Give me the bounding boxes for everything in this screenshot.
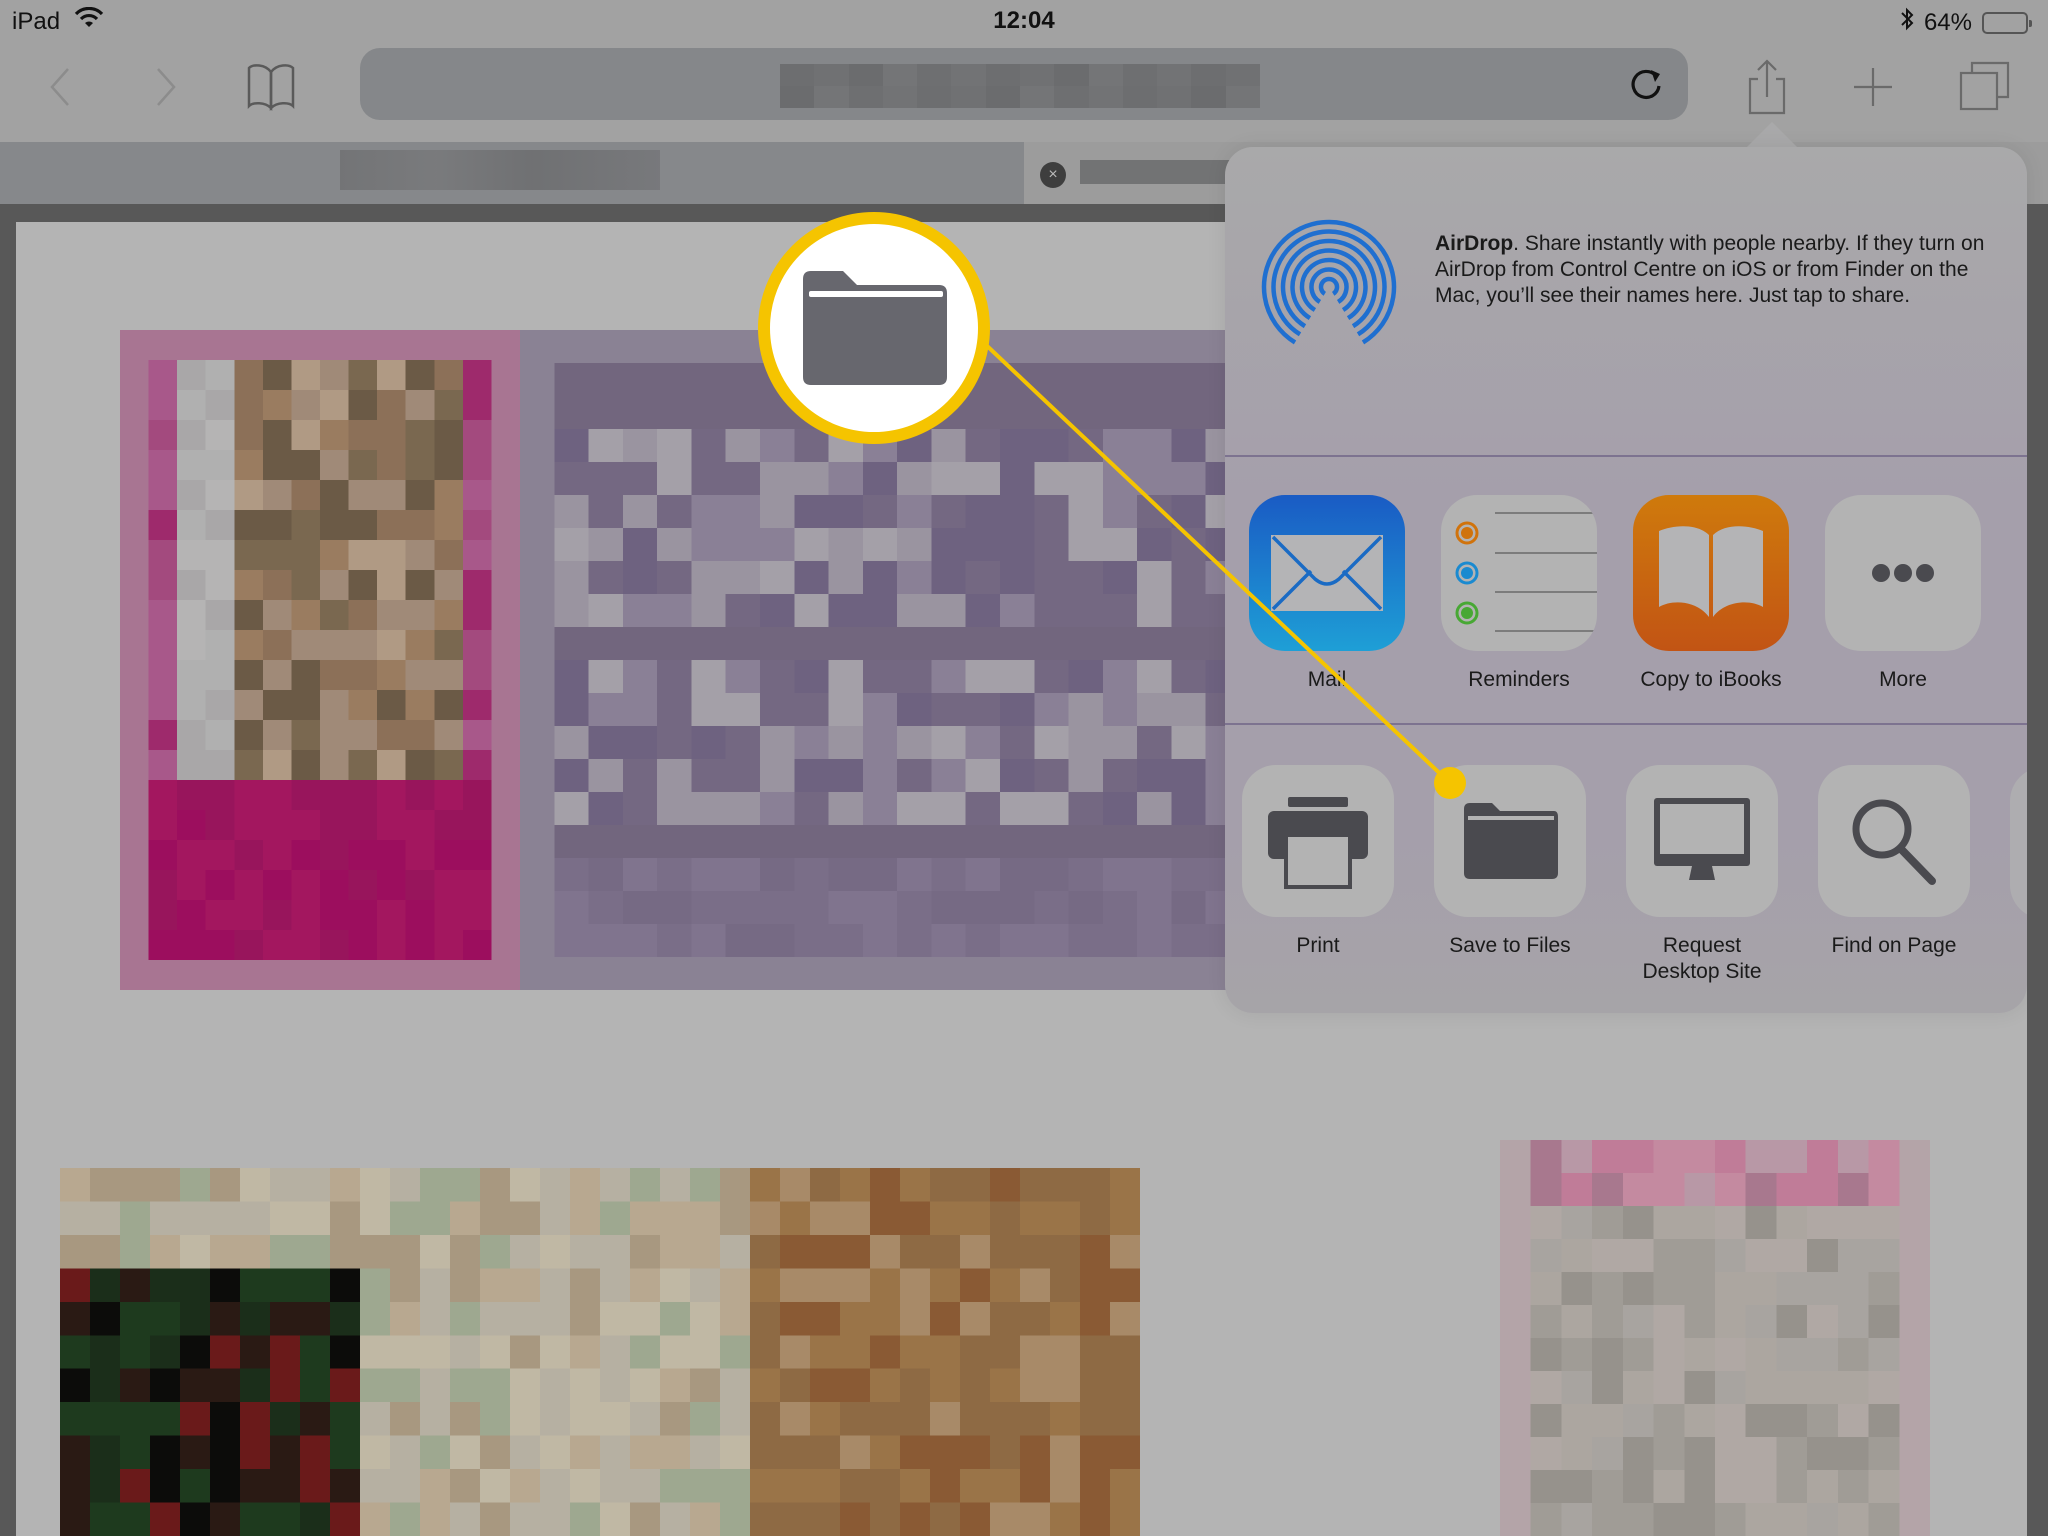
app-label: Reminders — [1468, 668, 1570, 691]
share-sheet: AirDrop. Share instantly with people nea… — [1225, 147, 2048, 1013]
action-label: Save to Files — [1449, 934, 1571, 957]
reload-button[interactable] — [1624, 62, 1668, 106]
search-icon — [1818, 765, 1970, 917]
share-app-mail[interactable]: Mail — [1247, 495, 1407, 693]
share-button[interactable] — [1732, 52, 1802, 122]
share-icon — [1748, 59, 1786, 115]
book-icon — [247, 64, 295, 112]
airdrop-ring — [1271, 229, 1387, 337]
folder-icon — [1434, 765, 1586, 917]
forward-button[interactable] — [130, 52, 200, 122]
ibooks-icon — [1633, 495, 1789, 651]
blur-pixel — [780, 64, 815, 86]
blurred-image-product — [1500, 1140, 1930, 1536]
app-label: More — [1879, 668, 1927, 691]
blur-pixel — [985, 86, 1020, 108]
blur-pixel — [1019, 86, 1055, 108]
blur-pixel — [882, 86, 918, 108]
blur-pixel — [848, 86, 883, 108]
action-find-on-page[interactable]: Find on Page — [1814, 765, 1974, 959]
share-app-ibooks[interactable]: Copy to iBooks — [1631, 495, 1791, 693]
blurred-image-food — [60, 1168, 1140, 1536]
blur-pixel — [1088, 64, 1123, 86]
airdrop-description: AirDrop. Share instantly with people nea… — [1435, 231, 1995, 309]
airdrop-title: AirDrop — [1435, 232, 1514, 255]
airdrop-text: . Share instantly with people nearby. If… — [1435, 232, 1985, 307]
bluetooth-icon — [1900, 7, 1914, 38]
address-bar[interactable] — [360, 48, 1688, 120]
airdrop-icon — [1261, 219, 1397, 345]
status-bar: iPad 12:04 64% — [0, 0, 2048, 42]
chevron-right-icon — [157, 68, 176, 106]
tabs-icon — [1959, 61, 2010, 111]
blur-pixel — [1054, 64, 1089, 86]
app-label: Mail — [1307, 668, 1347, 691]
blurred-image-magazine-cover — [120, 330, 520, 990]
blur-pixel — [951, 64, 986, 86]
browser-toolbar — [0, 42, 2048, 142]
blur-pixel — [1225, 64, 1260, 86]
more-icon — [1825, 495, 1981, 651]
clock: 12:04 — [993, 7, 1055, 34]
tab-close-button[interactable]: × — [1040, 162, 1066, 188]
battery-icon — [1982, 11, 2032, 34]
blur-pixel — [917, 64, 952, 86]
action-label: Print — [1296, 934, 1340, 957]
blur-pixel — [985, 64, 1020, 86]
tab-active[interactable] — [0, 142, 1024, 204]
action-print[interactable]: Print — [1238, 765, 1398, 959]
app-label: Copy to iBooks — [1640, 668, 1782, 691]
action-request-desktop-site[interactable]: Request Desktop Site — [1622, 765, 1782, 985]
section-divider — [1225, 455, 2027, 457]
reload-icon — [1631, 69, 1661, 99]
tabs-button[interactable] — [1950, 52, 2020, 122]
blur-pixel — [1157, 64, 1192, 86]
url-text-blurred — [780, 64, 1260, 108]
blur-pixel — [1225, 86, 1260, 108]
blur-pixel — [1122, 86, 1158, 108]
airdrop-ring — [1280, 238, 1378, 329]
page-frame-right — [2027, 204, 2048, 1536]
action-save-to-files[interactable]: Save to Files — [1430, 765, 1590, 959]
blur-pixel — [814, 86, 849, 108]
airdrop-ring — [1318, 276, 1340, 296]
chevron-left-icon — [50, 68, 69, 106]
blur-pixel — [1191, 86, 1226, 108]
battery-percent: 64% — [1923, 8, 1972, 36]
plus-icon — [1854, 68, 1892, 106]
folder-icon — [803, 271, 947, 385]
section-divider — [1225, 723, 2027, 725]
blur-pixel — [1054, 86, 1089, 108]
desktop-icon — [1626, 765, 1778, 917]
blur-pixel — [917, 86, 952, 108]
action-label: Request Desktop Site — [1642, 934, 1762, 983]
blur-pixel — [1019, 64, 1055, 86]
blur-pixel — [1157, 86, 1192, 108]
close-icon: × — [1048, 166, 1058, 183]
blur-pixel — [1191, 64, 1226, 86]
back-button[interactable] — [26, 52, 96, 122]
popover-arrow — [1746, 122, 1798, 148]
blur-pixel — [1088, 86, 1123, 108]
share-app-reminders[interactable]: Reminders — [1439, 495, 1599, 693]
blur-pixel — [848, 64, 883, 86]
blur-pixel — [951, 86, 986, 108]
bookmarks-button[interactable] — [236, 52, 306, 122]
airdrop-section[interactable]: AirDrop. Share instantly with people nea… — [1225, 147, 2027, 457]
printer-icon — [1242, 765, 1394, 917]
action-label: Find on Page — [1831, 934, 1957, 957]
mail-icon — [1249, 495, 1405, 651]
blur-pixel — [814, 64, 849, 86]
share-app-more[interactable]: More — [1823, 495, 1983, 693]
new-tab-button[interactable] — [1838, 52, 1908, 122]
reminders-icon — [1441, 495, 1597, 651]
blur-pixel — [780, 86, 815, 108]
blur-pixel — [1122, 64, 1158, 86]
airdrop-ring — [1309, 267, 1349, 304]
tab-title-blurred — [340, 150, 660, 190]
callout-magnifier — [758, 212, 990, 444]
blur-pixel — [882, 64, 918, 86]
